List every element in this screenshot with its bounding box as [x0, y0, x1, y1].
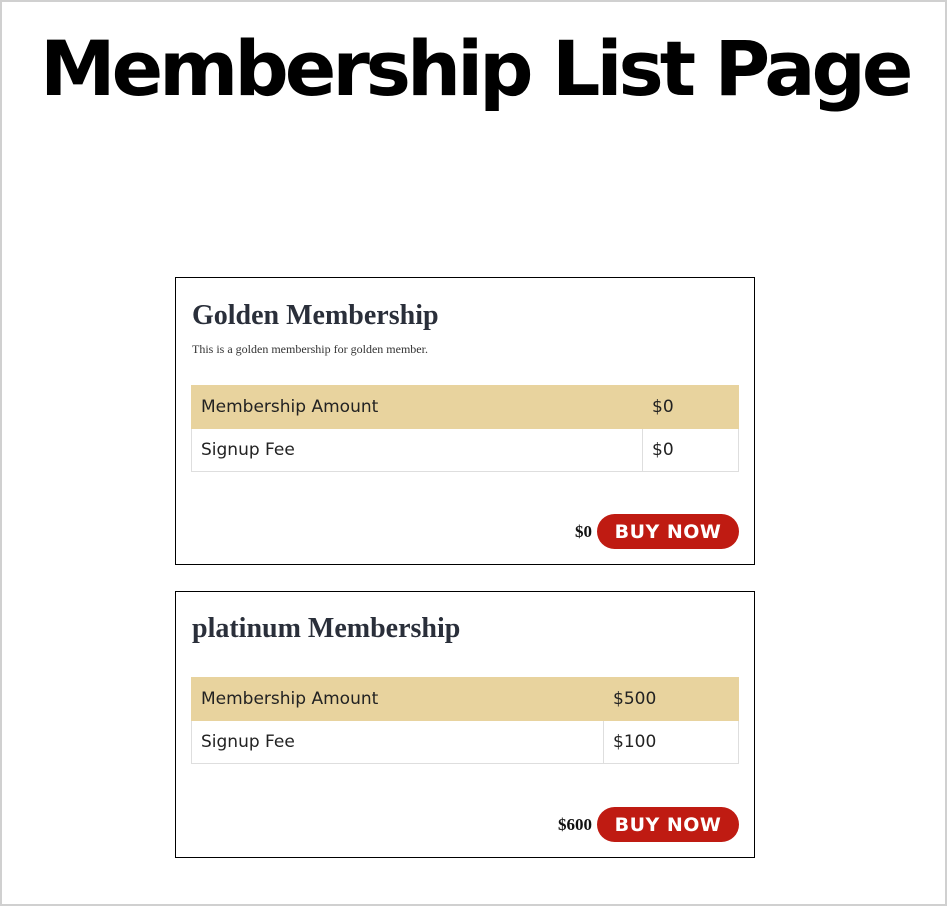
membership-title: Golden Membership: [192, 300, 439, 331]
fee-value: $500: [603, 677, 739, 721]
table-row-signup-fee: Signup Fee $0: [191, 428, 739, 472]
fee-table: Membership Amount $500 Signup Fee $100: [191, 677, 739, 764]
fee-value: $0: [642, 385, 739, 429]
fee-value: $0: [642, 428, 739, 472]
total-price: $0: [575, 521, 592, 541]
membership-description: This is a golden membership for golden m…: [192, 342, 428, 356]
fee-label: Signup Fee: [191, 428, 643, 472]
table-row-membership-amount: Membership Amount $0: [191, 385, 739, 429]
fee-table: Membership Amount $0 Signup Fee $0: [191, 385, 739, 472]
fee-value: $100: [603, 720, 739, 764]
table-row-membership-amount: Membership Amount $500: [191, 677, 739, 721]
page-title: Membership List Page: [40, 24, 913, 113]
buy-now-button[interactable]: BUY NOW: [597, 807, 739, 842]
membership-title: platinum Membership: [192, 613, 461, 644]
fee-label: Membership Amount: [191, 385, 643, 429]
fee-label: Membership Amount: [191, 677, 604, 721]
page-frame: Membership List Page Golden Membership T…: [0, 0, 947, 906]
purchase-row: $0 BUY NOW: [575, 514, 739, 549]
total-price: $600: [558, 814, 592, 834]
membership-card-golden: Golden Membership This is a golden membe…: [175, 277, 755, 565]
table-row-signup-fee: Signup Fee $100: [191, 720, 739, 764]
purchase-row: $600 BUY NOW: [558, 807, 739, 842]
fee-label: Signup Fee: [191, 720, 604, 764]
buy-now-button[interactable]: BUY NOW: [597, 514, 739, 549]
membership-card-platinum: platinum Membership Membership Amount $5…: [175, 591, 755, 858]
